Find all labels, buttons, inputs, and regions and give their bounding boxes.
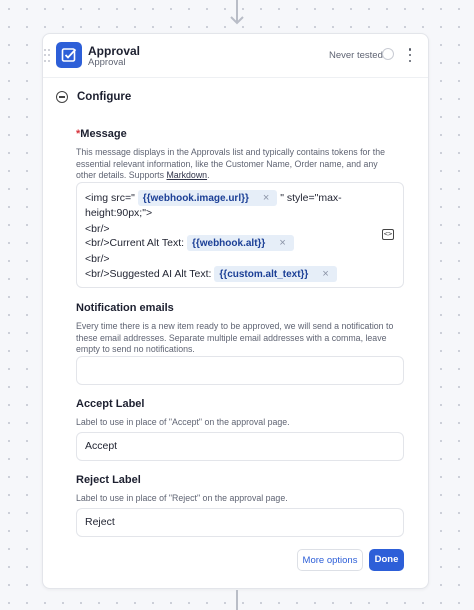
approval-app-icon [56, 42, 82, 68]
editor-line: <img src=" {{webhook.image.url}} × " styl… [85, 190, 342, 206]
collapse-icon[interactable] [56, 91, 68, 103]
token-label: {{webhook.image.url}} [142, 193, 249, 204]
editor-text: " style="max- [280, 192, 342, 204]
arrow-down-icon [230, 16, 244, 25]
accept-label-input[interactable]: Accept [76, 432, 404, 461]
message-label: *Message [76, 128, 127, 140]
editor-text: <br/>Current Alt Text: [85, 237, 185, 249]
header-divider [43, 77, 428, 78]
token-label: {{custom.alt_text}} [219, 269, 309, 280]
configure-section-title: Configure [77, 91, 132, 103]
remove-token-icon[interactable]: × [279, 235, 285, 251]
code-view-icon[interactable]: <> [382, 229, 394, 240]
token-webhook-alt[interactable]: {{webhook.alt}} × [186, 235, 294, 251]
reject-label-help: Label to use in place of "Reject" on the… [76, 493, 288, 503]
notification-emails-input[interactable] [76, 356, 404, 385]
more-options-button[interactable]: More options [297, 549, 363, 571]
accept-label-label: Accept Label [76, 398, 145, 410]
accept-label-help: Label to use in place of "Accept" on the… [76, 417, 290, 427]
markdown-link[interactable]: Markdown [166, 170, 207, 180]
test-status: Never tested [329, 50, 383, 61]
editor-line: <br/>Suggested AI Alt Text: {{custom.alt… [85, 266, 337, 282]
done-button[interactable]: Done [369, 549, 404, 571]
notification-emails-help: Every time there is a new item ready to … [76, 321, 394, 354]
message-help-end: . [207, 170, 210, 180]
editor-text: <img src=" [85, 192, 135, 204]
step-title: Approval [88, 44, 141, 58]
editor-line: <br/> [85, 253, 110, 265]
token-label: {{webhook.alt}} [191, 238, 266, 249]
editor-line: <br/>Current Alt Text: {{webhook.alt}} × [85, 235, 294, 251]
flow-connector-bottom [236, 590, 238, 610]
message-label-text: Message [80, 128, 127, 140]
reject-label-label: Reject Label [76, 474, 141, 486]
editor-text: <br/>Suggested AI Alt Text: [85, 268, 212, 280]
notification-emails-label: Notification emails [76, 302, 174, 314]
editor-line: height:90px;"> [85, 207, 153, 219]
status-circle-icon [382, 48, 394, 60]
message-editor[interactable]: <img src=" {{webhook.image.url}} × " styl… [76, 182, 404, 288]
message-help-text: This message displays in the Approvals l… [76, 147, 386, 180]
step-subtitle: Approval [88, 57, 126, 68]
token-custom-alt-text[interactable]: {{custom.alt_text}} × [214, 266, 337, 282]
drag-handle-icon[interactable] [44, 49, 50, 63]
remove-token-icon[interactable]: × [322, 266, 328, 282]
token-webhook-image-url[interactable]: {{webhook.image.url}} × [137, 190, 278, 206]
reject-label-input[interactable]: Reject [76, 508, 404, 537]
remove-token-icon[interactable]: × [263, 190, 269, 206]
message-help: This message displays in the Approvals l… [76, 147, 394, 182]
more-menu-icon[interactable] [405, 48, 415, 62]
